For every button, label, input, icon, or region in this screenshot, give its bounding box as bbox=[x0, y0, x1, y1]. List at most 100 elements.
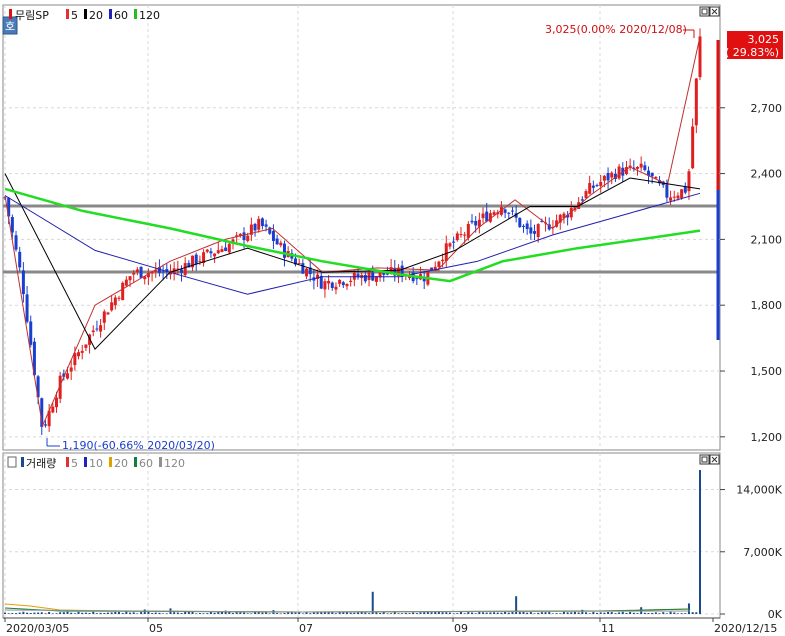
volume-maximize-icon[interactable] bbox=[699, 454, 710, 465]
candle-down bbox=[606, 173, 610, 181]
legend-marker bbox=[134, 457, 137, 467]
price-tick-label: 2,100 bbox=[751, 233, 783, 246]
price-tick-label: 1,200 bbox=[751, 431, 783, 444]
volume-bar bbox=[397, 613, 400, 614]
volume-legend-toggle[interactable] bbox=[7, 456, 17, 468]
candle-down bbox=[282, 243, 286, 258]
volume-bar bbox=[643, 612, 646, 614]
volume-bar bbox=[15, 613, 18, 614]
candle-up bbox=[444, 243, 448, 262]
volume-bar bbox=[603, 612, 606, 614]
price-legend-name: 무림SP bbox=[15, 9, 49, 22]
candle-down bbox=[595, 185, 599, 187]
candle-up bbox=[481, 213, 485, 219]
candle-down bbox=[525, 223, 529, 230]
volume-bar bbox=[415, 613, 418, 614]
x-tick-label: 05 bbox=[149, 622, 163, 635]
candle-up bbox=[639, 163, 643, 168]
volume-bar bbox=[129, 612, 132, 614]
volume-bar bbox=[140, 612, 143, 614]
candle-up bbox=[91, 330, 95, 333]
x-tick-label: 2020/12/15 bbox=[714, 622, 777, 635]
candle-down bbox=[510, 210, 514, 212]
candle-up bbox=[124, 279, 128, 286]
volume-bar bbox=[59, 612, 62, 614]
volume-bar bbox=[379, 612, 382, 614]
volume-bar bbox=[463, 613, 466, 614]
volume-tick-label: 0K bbox=[768, 608, 783, 621]
candle-up bbox=[448, 243, 452, 247]
candle-up bbox=[113, 297, 117, 306]
volume-bar bbox=[261, 612, 264, 614]
x-tick-label: 09 bbox=[454, 622, 468, 635]
price-panel[interactable] bbox=[2, 4, 721, 451]
candle-down bbox=[643, 165, 647, 171]
volume-bar bbox=[228, 612, 231, 614]
volume-bar bbox=[217, 612, 220, 614]
volume-axis: 14,000K 7,000K 0K bbox=[720, 484, 783, 621]
legend-marker bbox=[159, 457, 162, 467]
candle-up bbox=[676, 195, 680, 199]
volume-bar bbox=[103, 613, 106, 614]
price-tick-label: 2,700 bbox=[751, 102, 783, 115]
volume-bar bbox=[496, 612, 499, 614]
volume-bar bbox=[265, 612, 268, 614]
candle-down bbox=[209, 251, 213, 254]
volume-bar bbox=[526, 612, 529, 614]
volume-legend-marker bbox=[21, 457, 24, 467]
volume-panel-controls bbox=[699, 454, 720, 465]
candle-up bbox=[80, 350, 84, 353]
candle-down bbox=[194, 254, 198, 265]
volume-bar bbox=[493, 612, 496, 614]
volume-bar bbox=[533, 613, 536, 614]
volume-bar bbox=[231, 613, 234, 614]
candle-down bbox=[363, 275, 367, 282]
volume-bar bbox=[18, 612, 21, 614]
volume-bar bbox=[471, 612, 474, 614]
candle-up bbox=[102, 311, 106, 323]
maximize-panel-icon[interactable] bbox=[699, 6, 710, 17]
low-annotation: 1,190(-60.66% 2020/03/20) bbox=[62, 439, 215, 452]
volume-bar bbox=[654, 612, 657, 614]
volume-bar bbox=[522, 611, 525, 614]
legend-item-60: 60 bbox=[114, 9, 128, 22]
volume-bar bbox=[158, 612, 161, 614]
volume-bar bbox=[184, 611, 187, 614]
volume-bar bbox=[125, 611, 128, 614]
candle-down bbox=[518, 217, 522, 227]
candle-up bbox=[54, 397, 58, 408]
volume-bar bbox=[206, 613, 209, 614]
volume-bar bbox=[4, 612, 6, 614]
candle-down bbox=[264, 224, 268, 227]
volume-bar bbox=[334, 613, 337, 614]
legend-marker bbox=[109, 9, 112, 19]
volume-bar bbox=[610, 612, 613, 614]
volume-bar bbox=[187, 611, 190, 614]
volume-bar bbox=[114, 611, 117, 614]
volume-bar bbox=[364, 612, 367, 614]
volume-bar bbox=[489, 612, 492, 614]
volume-bar bbox=[596, 612, 599, 614]
volume-bar bbox=[585, 612, 588, 614]
volume-bar bbox=[408, 613, 411, 614]
candle-up bbox=[198, 260, 202, 262]
volume-bar bbox=[555, 613, 558, 614]
volume-bar bbox=[459, 611, 462, 614]
candle-down bbox=[521, 225, 525, 227]
volume-bar bbox=[647, 613, 650, 614]
volume-panel[interactable] bbox=[2, 452, 721, 619]
candle-up bbox=[279, 242, 283, 246]
volume-bar bbox=[577, 612, 580, 614]
volume-bar bbox=[7, 613, 10, 614]
volume-bar bbox=[283, 612, 286, 614]
candle-down bbox=[139, 266, 143, 278]
volume-bar bbox=[33, 612, 36, 614]
candle-up bbox=[588, 183, 592, 194]
candle-up bbox=[51, 406, 55, 413]
candle-up bbox=[352, 272, 356, 280]
candle-up bbox=[437, 261, 441, 267]
toggle-label: 호 bbox=[5, 20, 15, 33]
candle-up bbox=[305, 268, 309, 277]
volume-bar bbox=[629, 611, 632, 614]
price-tick-label: 1,800 bbox=[751, 299, 783, 312]
